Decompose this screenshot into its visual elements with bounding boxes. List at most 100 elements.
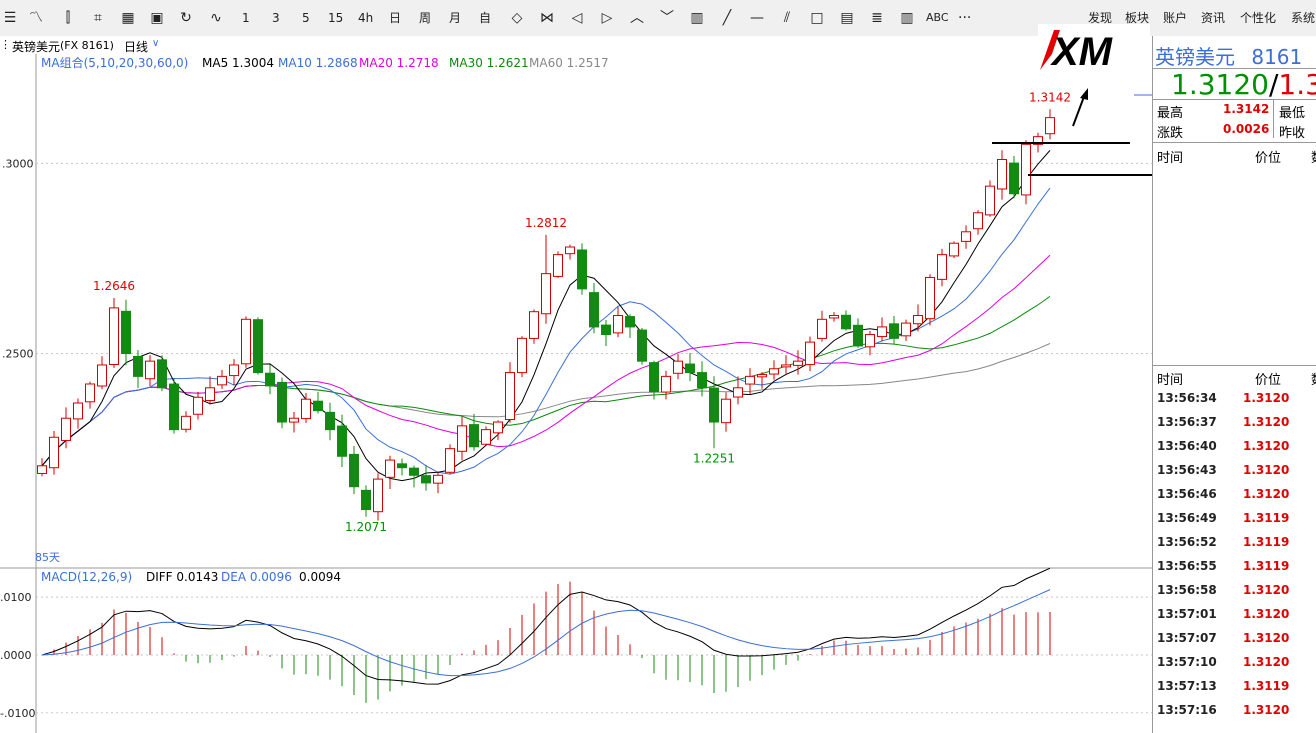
more-tools-button[interactable]: ···	[958, 8, 971, 28]
price-tick-label: .2500	[2, 348, 34, 361]
visible-days-label: 85天	[35, 551, 60, 564]
menu-system[interactable]: 系统	[1291, 9, 1315, 26]
candle-body	[817, 318, 827, 339]
tick-time: 13:56:58	[1157, 583, 1217, 597]
kline-chart[interactable]: .3000 .2500 1.2646 1.2812 1.3142 1.2071 1.225…	[0, 54, 1152, 733]
candle-body	[253, 319, 263, 374]
rectangle-icon[interactable]: □	[807, 8, 827, 28]
upper-time-header: 时间	[1157, 151, 1184, 166]
refresh-icon[interactable]: ↻	[176, 8, 196, 28]
candle-body	[229, 364, 239, 377]
candle-body	[949, 242, 959, 257]
candle	[553, 251, 563, 278]
candle-body	[901, 322, 911, 337]
layout-icon[interactable]: ▥	[687, 8, 707, 28]
candle	[673, 354, 683, 380]
horizontal-line-icon[interactable]: —	[747, 8, 767, 28]
period-select[interactable]: 日线	[124, 38, 148, 55]
candle-body	[553, 254, 563, 277]
macd-tick-label: .0000	[0, 649, 32, 662]
menu-personalize[interactable]: 个性化	[1240, 9, 1276, 26]
arrow-left-icon[interactable]: ◁	[567, 8, 587, 28]
fibonacci-icon[interactable]: ⌗	[88, 8, 108, 28]
list-icon[interactable]: ☰	[2, 8, 18, 28]
candle	[145, 355, 155, 387]
wave-icon[interactable]: ∿	[206, 8, 226, 28]
tick-time: 13:56:55	[1157, 559, 1217, 573]
trend-line-icon[interactable]: 〽	[26, 8, 46, 28]
timeframe-custom[interactable]: 自	[479, 8, 491, 28]
arrow-right-icon[interactable]: ▷	[597, 8, 617, 28]
period-chevron-down-icon[interactable]: ∨	[152, 38, 159, 49]
save-icon[interactable]: ▣	[147, 8, 167, 28]
histogram-icon[interactable]: ▥	[897, 8, 917, 28]
text-tool-button[interactable]: ABC	[926, 8, 949, 28]
candle-body	[385, 459, 395, 478]
grid-icon[interactable]: ▦	[118, 8, 138, 28]
candle-body	[469, 424, 479, 448]
fib-levels-icon[interactable]: ≣	[867, 8, 887, 28]
candle	[121, 299, 131, 366]
candle	[421, 464, 431, 491]
candle	[853, 318, 863, 348]
candle-body	[637, 329, 647, 362]
symbol-name[interactable]: 英镑美元	[12, 38, 60, 55]
macd-label[interactable]: MACD(12,26,9)	[41, 570, 132, 584]
candle-body	[565, 246, 575, 255]
candle	[949, 241, 959, 259]
candle-body	[217, 375, 227, 386]
tick-extra-header: 数	[1311, 369, 1316, 388]
timeframe-15[interactable]: 15	[328, 8, 343, 28]
zoom-in-icon[interactable]: ◇	[507, 8, 527, 28]
candle-body	[589, 292, 599, 328]
candle-body	[625, 316, 635, 328]
timeframe-4h[interactable]: 4h	[358, 8, 373, 28]
timeframe-day[interactable]: 日	[389, 8, 401, 28]
timeframe-1[interactable]: 1	[242, 8, 250, 28]
candle-body	[937, 254, 947, 280]
ma-group-label[interactable]: MA组合(5,10,20,30,60,0)	[41, 55, 188, 70]
candle-body	[289, 417, 299, 423]
tick-price: 1.3120	[1243, 415, 1290, 429]
tick-time: 13:56:37	[1157, 415, 1217, 429]
drawn-arrow-line	[1072, 93, 1086, 127]
candle-body	[793, 360, 803, 366]
extreme-price-label: 1.3142	[1029, 90, 1071, 104]
candle	[625, 314, 635, 338]
candle	[229, 359, 239, 386]
candle	[805, 336, 815, 372]
candle	[505, 362, 515, 423]
candle-body	[157, 359, 167, 389]
candle-body	[781, 364, 791, 368]
menu-news[interactable]: 资讯	[1201, 9, 1225, 26]
extreme-price-label: 1.2251	[693, 451, 735, 465]
candle-body	[865, 334, 875, 348]
candle-body	[517, 337, 527, 374]
line-tool-icon[interactable]: ╱	[717, 8, 737, 28]
arrow-down-icon[interactable]: ﹀	[657, 8, 677, 28]
parallel-line-icon[interactable]: ⫽	[777, 8, 797, 28]
candle-body	[973, 212, 983, 230]
candle-body	[925, 276, 935, 320]
zoom-out-icon[interactable]: ⋈	[537, 8, 557, 28]
timeframe-week[interactable]: 周	[419, 8, 431, 28]
tick-time-header: 时间	[1157, 373, 1184, 388]
candle-icon[interactable]: ⫿	[58, 8, 78, 28]
candle	[865, 331, 875, 356]
menu-account[interactable]: 账户	[1163, 9, 1187, 26]
tick-price: 1.3119	[1243, 535, 1290, 549]
xm-logo: XM	[1038, 24, 1150, 74]
timeframe-3[interactable]: 3	[272, 8, 280, 28]
arrow-up-icon[interactable]: ︿	[627, 8, 647, 28]
candle	[565, 244, 575, 260]
candle-body	[373, 478, 383, 513]
candle	[277, 377, 287, 429]
text-box-icon[interactable]: ▤	[837, 8, 857, 28]
timeframe-5[interactable]: 5	[302, 8, 310, 28]
candle-body	[457, 425, 467, 452]
candle	[373, 473, 383, 521]
drawn-arrow-head	[1080, 88, 1088, 100]
drag-handle-icon[interactable]: ⋮	[0, 38, 11, 51]
candle-body	[505, 372, 515, 421]
timeframe-month[interactable]: 月	[449, 8, 461, 28]
